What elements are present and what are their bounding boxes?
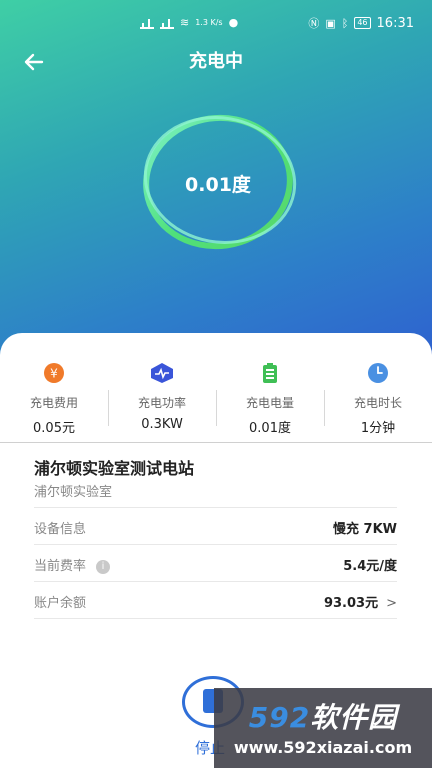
clock-icon: [368, 363, 388, 383]
stat-value: 0.05元: [33, 421, 75, 436]
bluetooth-icon: ᛒ: [341, 16, 349, 30]
stat-value: 0.3KW: [141, 417, 183, 432]
rate-row: 当前费率 i 5.4元/度: [34, 544, 397, 581]
device-info-row: 设备信息 慢充 7KW: [34, 507, 397, 544]
clock-time: 16:31: [376, 15, 414, 31]
status-bar: ≋ 1.3 K/s ● Ⓝ ▣ ᛒ 46 16:31: [0, 10, 432, 38]
signal-indicators: ≋ 1.3 K/s ●: [140, 16, 238, 29]
watermark-brand-number: 592: [248, 701, 311, 734]
wifi-icon: ≋: [180, 16, 190, 29]
rate-label-wrap: 当前费率 i: [34, 555, 111, 574]
station-name: 浦尔顿实验室测试电站: [34, 459, 195, 478]
balance-label: 账户余额: [34, 596, 87, 611]
stat-label: 充电功率: [137, 396, 186, 410]
silent-icon: ▣: [325, 16, 336, 30]
yen-coin-icon: ¥: [44, 363, 64, 383]
station-operator: 浦尔顿实验室: [34, 485, 113, 500]
balance-value-wrap: 93.03元 >: [324, 592, 397, 611]
balance-value: 93.03元: [323, 596, 379, 611]
rate-label: 当前费率: [34, 559, 87, 574]
charged-energy-value: 0.01度: [185, 174, 251, 196]
signal-icon: [160, 17, 174, 29]
system-indicators: Ⓝ ▣ ᛒ 46 16:31: [308, 15, 414, 31]
net-speed: 1.3 K/s: [195, 18, 223, 27]
power-wave-icon: [151, 363, 173, 383]
device-info-label: 设备信息: [34, 522, 87, 537]
wechat-icon: ●: [228, 16, 239, 29]
info-icon[interactable]: i: [96, 560, 111, 574]
watermark-url: www.592xiazai.com: [233, 738, 413, 757]
page-title: 充电中: [189, 51, 243, 72]
divider: [0, 442, 432, 443]
chevron-right-icon: >: [386, 596, 397, 611]
device-info-value: 慢充 7KW: [333, 522, 397, 537]
balance-row[interactable]: 账户余额 93.03元 >: [34, 581, 397, 619]
stat-fee: ¥ 充电费用 0.05元: [0, 362, 108, 436]
nfc-icon: Ⓝ: [308, 17, 320, 30]
stat-label: 充电时长: [353, 396, 402, 410]
stat-power: 充电功率 0.3KW: [108, 362, 216, 434]
watermark-brand: 592软件园: [214, 696, 432, 736]
stat-energy: 充电电量 0.01度: [216, 362, 324, 436]
site-watermark: 592软件园 www.592xiazai.com: [214, 688, 432, 768]
charging-stats: ¥ 充电费用 0.05元 充电功率 0.3KW 充电电量 0.01度 充电时长 …: [0, 362, 432, 436]
stat-duration: 充电时长 1分钟: [324, 362, 432, 436]
stat-value: 0.01度: [249, 421, 291, 436]
svg-text:¥: ¥: [50, 367, 58, 381]
stat-label: 充电费用: [29, 396, 78, 410]
rate-value: 5.4元/度: [343, 559, 397, 574]
stat-label: 充电电量: [245, 396, 294, 410]
signal-icon: [140, 17, 154, 29]
battery-indicator: 46: [354, 17, 371, 29]
battery-icon: [263, 363, 277, 383]
stat-value: 1分钟: [360, 421, 396, 436]
watermark-brand-text: 软件园: [310, 701, 398, 734]
